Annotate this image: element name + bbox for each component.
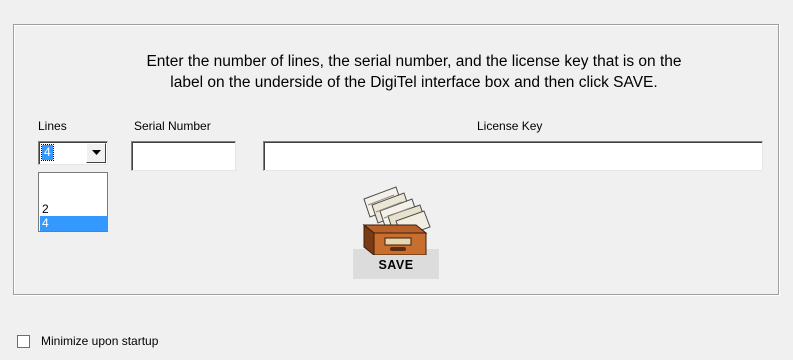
save-button-label: SAVE: [378, 258, 414, 272]
minimize-checkbox[interactable]: [17, 335, 30, 348]
instructions-line-1: Enter the number of lines, the serial nu…: [146, 53, 682, 70]
lines-dropdown-button[interactable]: [86, 143, 106, 163]
license-key-input[interactable]: [263, 141, 763, 171]
dropdown-arrow-icon: [91, 150, 101, 155]
lines-option-4[interactable]: 4: [40, 216, 108, 231]
lines-dropdown-list: 2 4: [38, 172, 108, 232]
lines-label: Lines: [38, 119, 67, 133]
license-group-box: Enter the number of lines, the serial nu…: [13, 24, 779, 295]
save-button[interactable]: SAVE: [350, 185, 442, 280]
instructions-text: Enter the number of lines, the serial nu…: [54, 51, 774, 93]
minimize-checkbox-label[interactable]: Minimize upon startup: [41, 334, 158, 348]
serial-number-label: Serial Number: [134, 119, 211, 133]
lines-combobox-value: 4: [41, 144, 54, 161]
card-file-drawer-icon: [362, 186, 431, 255]
instructions-line-2: label on the underside of the DigiTel in…: [170, 74, 658, 91]
license-key-label: License Key: [477, 119, 543, 133]
serial-number-input[interactable]: [131, 141, 236, 171]
lines-option-2[interactable]: 2: [40, 202, 108, 217]
lines-combobox[interactable]: 4: [38, 141, 108, 165]
